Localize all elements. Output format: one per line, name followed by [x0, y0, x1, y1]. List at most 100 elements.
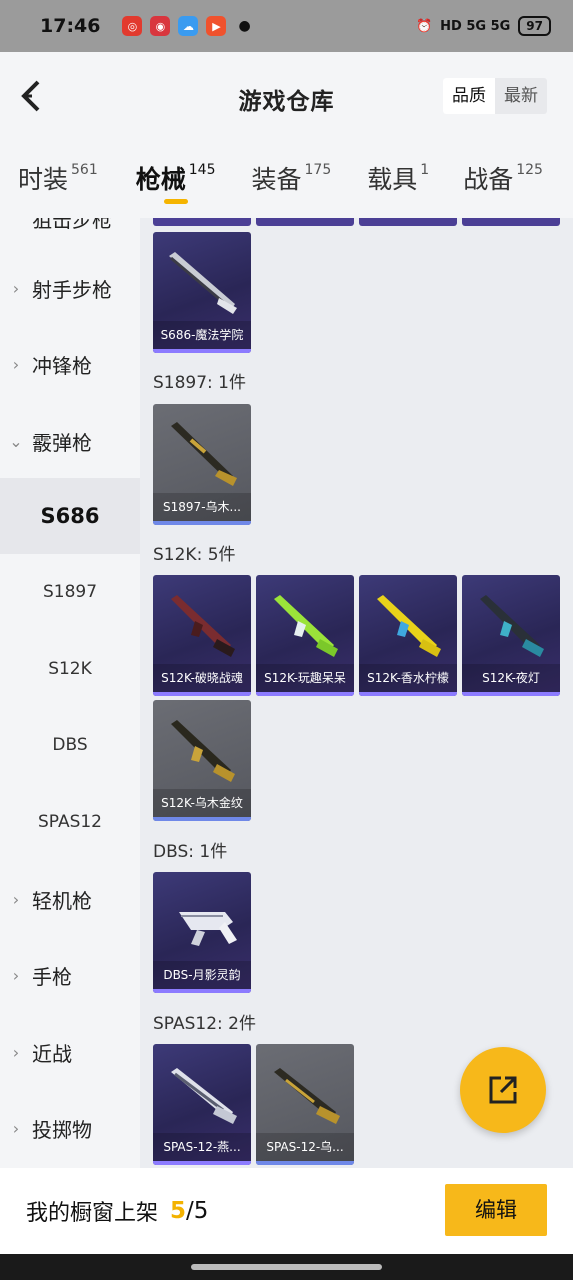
item-name: S12K-乌木金纹 [153, 789, 251, 817]
item-card-partial[interactable] [462, 218, 560, 226]
item-card[interactable]: S1897-乌木... [153, 404, 251, 525]
video-app-icon: ▶ [206, 16, 227, 36]
group-title: S12K: 5件 [153, 545, 236, 565]
tab-label: 时装 [18, 165, 69, 194]
tab-count: 561 [71, 162, 98, 178]
sidebar-sub-s1897[interactable]: S1897 [0, 554, 140, 630]
rarity-bar [153, 989, 251, 993]
shotgun-icon [171, 720, 235, 782]
chevron-right-icon: › [12, 354, 20, 374]
share-fab-button[interactable] [460, 1047, 546, 1133]
app-notification-icon: ◎ [122, 16, 143, 36]
shotgun-icon [274, 1068, 340, 1124]
tab-label: 战备 [463, 165, 514, 194]
item-card[interactable]: S12K-乌木金纹 [153, 700, 251, 821]
item-card[interactable]: S12K-夜灯 [462, 575, 560, 696]
item-name: S686-魔法学院 [153, 321, 251, 349]
showcase-count-current: 5 [170, 1198, 187, 1224]
sidebar-item-label: 手枪 [32, 964, 72, 989]
tab-count: 125 [516, 162, 543, 178]
edit-button[interactable]: 编辑 [445, 1184, 547, 1236]
item-card[interactable]: S12K-破晓战魂 [153, 575, 251, 696]
sidebar-sub-spas12[interactable]: SPAS12 [0, 784, 140, 860]
sidebar-sub-s686[interactable]: S686 [0, 478, 140, 554]
battery-icon: 97 [518, 16, 551, 36]
item-card-partial[interactable] [256, 218, 354, 226]
shotgun-icon [171, 595, 235, 657]
rarity-bar [256, 692, 354, 696]
sidebar-item-label: 近战 [32, 1041, 72, 1066]
tab-supplies[interactable]: 战备 125 [463, 142, 543, 218]
battery-level: 97 [526, 19, 543, 33]
rarity-bar [462, 692, 560, 696]
tab-count: 1 [420, 162, 430, 178]
item-name: DBS-月影灵韵 [153, 961, 251, 989]
rarity-bar [153, 521, 251, 525]
sort-quality-button[interactable]: 品质 [443, 78, 495, 114]
item-card-partial[interactable] [153, 218, 251, 226]
item-name: SPAS-12-燕... [153, 1133, 251, 1161]
chevron-down-icon: ⌄ [9, 431, 23, 451]
status-bar: 17:46 ◎ ◉ ☁ ▶ ● ⏰ HD 5G 5G 97 [0, 0, 573, 52]
chevron-right-icon: › [12, 278, 20, 298]
more-notifications-icon: ● [238, 18, 251, 34]
shotgun-icon [171, 1068, 237, 1124]
sidebar-item-smg[interactable]: › 冲锋枪 [0, 326, 140, 402]
sidebar-sub-s12k[interactable]: S12K [0, 631, 140, 707]
rarity-bar [359, 692, 457, 696]
chevron-right-icon: › [12, 889, 20, 909]
sidebar-item-label: 射手步枪 [32, 277, 112, 302]
item-card[interactable]: SPAS-12-乌... [256, 1044, 354, 1165]
app-notification-icon: ◉ [150, 16, 171, 36]
showcase-count: 5/5 [170, 1198, 208, 1224]
item-name: S12K-夜灯 [462, 664, 560, 692]
header: 游戏仓库 品质 最新 [0, 52, 573, 142]
sidebar-sub-dbs[interactable]: DBS [0, 707, 140, 783]
chevron-right-icon: › [12, 965, 20, 985]
sidebar-item-throwable[interactable]: › 投掷物 [0, 1090, 140, 1166]
sort-newest-button[interactable]: 最新 [495, 78, 547, 114]
item-card[interactable]: S12K-玩趣呆呆 [256, 575, 354, 696]
item-name: S1897-乌木... [153, 493, 251, 521]
group-title: SPAS12: 2件 [153, 1014, 256, 1034]
weather-app-icon: ☁ [178, 16, 199, 36]
network-indicator: HD 5G 5G [440, 18, 511, 34]
tab-firearms[interactable]: 枪械 145 [136, 142, 216, 218]
sort-toggle[interactable]: 品质 最新 [443, 78, 547, 114]
sidebar-item-shotgun[interactable]: ⌄ 霰弹枪 [0, 403, 140, 479]
item-card-partial[interactable] [359, 218, 457, 226]
sidebar-item-melee[interactable]: › 近战 [0, 1014, 140, 1090]
sidebar-item-label: 狙击步枪 [32, 218, 112, 232]
tab-vehicles[interactable]: 载具 1 [367, 142, 429, 218]
status-time: 17:46 [40, 15, 101, 37]
status-app-icons: ◎ ◉ ☁ ▶ ● [122, 16, 251, 36]
tab-label: 枪械 [135, 165, 186, 194]
item-card[interactable]: S12K-香水柠檬 [359, 575, 457, 696]
sidebar-item-marksman-rifle[interactable]: › 射手步枪 [0, 250, 140, 326]
item-name: SPAS-12-乌... [256, 1133, 354, 1161]
item-card[interactable]: DBS-月影灵韵 [153, 872, 251, 993]
rarity-bar [153, 817, 251, 821]
tab-count: 145 [188, 162, 216, 178]
rarity-bar [256, 1161, 354, 1165]
sidebar-item-label: 投掷物 [32, 1117, 92, 1142]
sidebar-item-label: 霰弹枪 [32, 430, 92, 455]
shotgun-icon [480, 595, 544, 657]
weapon-grid: S686-魔法学院 S1897: 1件 S1897-乌木... S12K: 5件… [140, 218, 573, 1168]
chevron-right-icon: › [12, 1042, 20, 1062]
status-right: ⏰ HD 5G 5G 97 [416, 16, 551, 36]
sidebar-item-pistol[interactable]: › 手枪 [0, 937, 140, 1013]
item-card[interactable]: S686-魔法学院 [153, 232, 251, 353]
tab-label: 装备 [251, 165, 302, 194]
tab-fashion[interactable]: 时装 561 [18, 142, 98, 218]
item-card[interactable]: SPAS-12-燕... [153, 1044, 251, 1165]
tab-equipment[interactable]: 装备 175 [252, 142, 332, 218]
rarity-bar [153, 692, 251, 696]
group-title: S1897: 1件 [153, 373, 247, 393]
sidebar-item-lmg[interactable]: › 轻机枪 [0, 861, 140, 937]
showcase-label: 我的橱窗上架 [26, 1201, 159, 1226]
sidebar-item-label: 轻机枪 [32, 888, 92, 913]
weapon-category-sidebar: 狙击步枪 › 射手步枪 › 冲锋枪 ⌄ 霰弹枪 S686 S1897 S12K DBS… [0, 218, 140, 1168]
home-indicator[interactable] [191, 1264, 382, 1270]
shotgun-icon [274, 595, 338, 657]
